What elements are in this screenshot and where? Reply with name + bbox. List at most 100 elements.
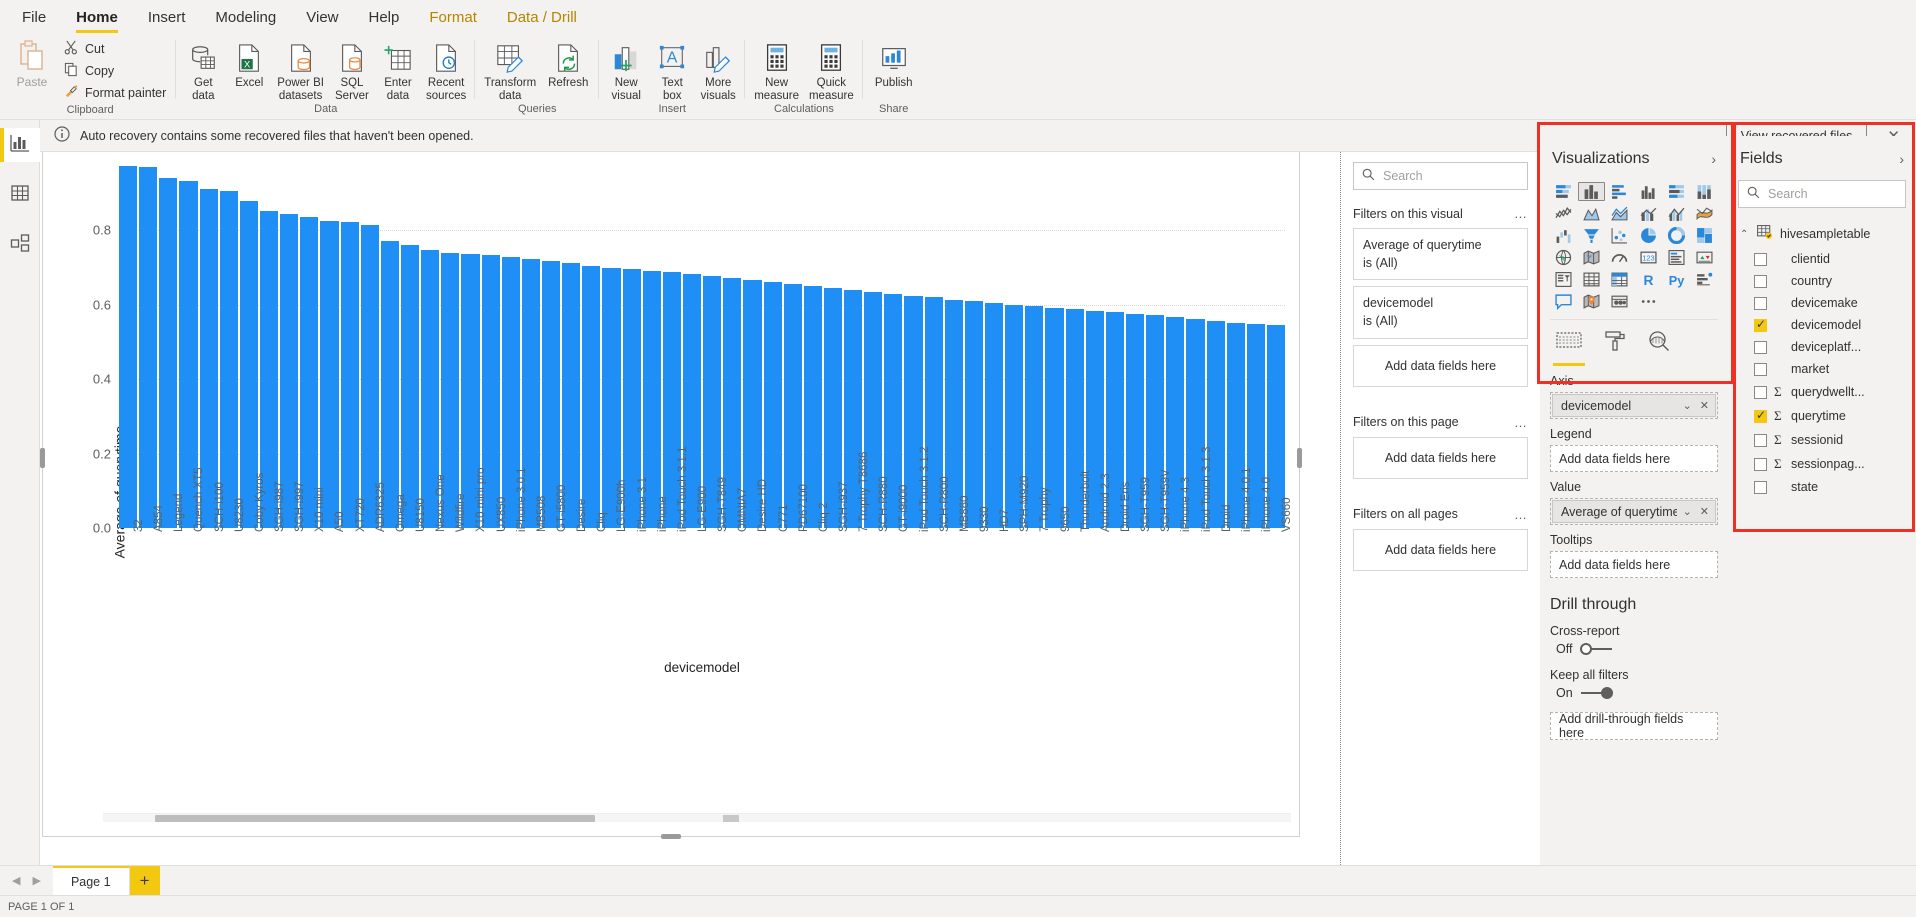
field-row[interactable]: clientid xyxy=(1738,248,1906,270)
cross-report-toggle-row[interactable]: Off xyxy=(1550,642,1718,656)
ribbon-tab-view[interactable]: View xyxy=(292,4,352,30)
stacked-area-chart-icon[interactable] xyxy=(1607,204,1633,223)
scrollbar-thumb[interactable] xyxy=(155,815,595,822)
publish-button[interactable]: Publish xyxy=(867,38,921,90)
chevron-right-icon[interactable]: › xyxy=(1899,151,1904,167)
tab-fields[interactable] xyxy=(1553,330,1585,366)
field-checkbox[interactable] xyxy=(1754,252,1767,266)
ribbon-tab-file[interactable]: File xyxy=(8,4,60,30)
funnel-chart-icon[interactable] xyxy=(1578,226,1604,245)
field-checkbox[interactable] xyxy=(1754,457,1767,471)
ribbon-chart-icon[interactable] xyxy=(1692,204,1718,223)
clustered-column-chart-icon[interactable] xyxy=(1635,182,1661,201)
paginated-report-icon[interactable] xyxy=(1607,292,1633,311)
nav-report-view[interactable] xyxy=(0,128,40,162)
filters-all-pages-dropzone[interactable]: Add data fields here xyxy=(1353,528,1528,571)
well-axis[interactable]: devicemodel ⌄ ✕ xyxy=(1550,392,1718,419)
power-bi-datasets-button[interactable]: Power BI datasets xyxy=(272,38,329,103)
bar[interactable] xyxy=(985,302,1004,528)
line-chart-icon[interactable] xyxy=(1550,204,1576,223)
field-row[interactable]: market xyxy=(1738,358,1906,380)
arcgis-map-icon[interactable] xyxy=(1578,292,1604,311)
multi-row-card-icon[interactable] xyxy=(1663,248,1689,267)
bar[interactable] xyxy=(159,178,178,528)
field-row[interactable]: deviceplatf... xyxy=(1738,336,1906,358)
format-painter-button[interactable]: Format painter xyxy=(58,82,172,104)
cut-button[interactable]: Cut xyxy=(58,38,172,60)
refresh-button[interactable]: Refresh xyxy=(541,38,595,90)
previous-page-icon[interactable]: ◀ xyxy=(12,874,20,887)
paste-button[interactable]: Paste xyxy=(8,38,56,89)
clustered-bar-chart-icon[interactable] xyxy=(1607,182,1633,201)
kpi-icon[interactable] xyxy=(1692,248,1718,267)
chevron-down-icon[interactable]: ⌄ xyxy=(1681,505,1694,518)
excel-button[interactable]: X Excel xyxy=(226,38,272,90)
bar-chart-visual[interactable]: Average of querytime 0.00.20.40.60.8 32A… xyxy=(40,152,1302,839)
field-row[interactable]: Σquerydwellt... xyxy=(1738,380,1906,404)
stacked-bar-chart-icon[interactable] xyxy=(1550,182,1576,201)
r-script-visual-icon[interactable]: R xyxy=(1635,270,1661,289)
bar[interactable] xyxy=(340,222,359,528)
well-value[interactable]: Average of querytime ⌄ ✕ xyxy=(1550,498,1718,525)
field-checkbox[interactable] xyxy=(1754,480,1767,494)
line-clustered-column-chart-icon[interactable] xyxy=(1663,204,1689,223)
ribbon-tab-format[interactable]: Format xyxy=(415,4,491,30)
more-options-icon[interactable] xyxy=(1635,292,1661,311)
line-stacked-column-chart-icon[interactable] xyxy=(1635,204,1661,223)
treemap-icon[interactable] xyxy=(1692,226,1718,245)
stacked-column-chart-icon[interactable] xyxy=(1578,182,1605,201)
slicer-icon[interactable] xyxy=(1550,270,1576,289)
collapse-chevron-icon[interactable]: ⌃ xyxy=(1740,229,1750,240)
ribbon-tab-home[interactable]: Home xyxy=(62,4,132,33)
scatter-chart-icon[interactable] xyxy=(1607,226,1633,245)
more-visuals-button[interactable]: More visuals xyxy=(695,38,741,103)
transform-data-button[interactable]: Transform data xyxy=(479,38,541,103)
field-checkbox[interactable] xyxy=(1754,408,1767,423)
ribbon-tab-data-drill[interactable]: Data / Drill xyxy=(493,4,591,30)
field-row[interactable]: devicemake xyxy=(1738,292,1906,314)
filters-page-dropzone[interactable]: Add data fields here xyxy=(1353,436,1528,479)
field-checkbox[interactable] xyxy=(1754,317,1767,332)
well-legend[interactable]: Add data fields here xyxy=(1550,445,1718,472)
more-options-icon[interactable]: … xyxy=(1514,507,1528,522)
tab-analytics[interactable] xyxy=(1648,330,1670,366)
remove-field-icon[interactable]: ✕ xyxy=(1698,505,1711,518)
recent-sources-button[interactable]: Recent sources xyxy=(421,38,471,103)
pie-chart-icon[interactable] xyxy=(1635,226,1661,245)
keep-all-filters-toggle[interactable] xyxy=(1580,687,1613,699)
100-stacked-bar-chart-icon[interactable] xyxy=(1663,182,1689,201)
field-row[interactable]: devicemodel xyxy=(1738,314,1906,336)
get-data-button[interactable]: Get data xyxy=(180,38,226,103)
donut-chart-icon[interactable] xyxy=(1663,226,1689,245)
bar[interactable] xyxy=(582,265,601,528)
report-canvas[interactable]: Average of querytime 0.00.20.40.60.8 32A… xyxy=(40,152,1540,865)
fields-search-input[interactable]: Search xyxy=(1738,180,1906,208)
bar[interactable] xyxy=(400,245,420,528)
waterfall-chart-icon[interactable] xyxy=(1550,226,1576,245)
100-stacked-column-chart-icon[interactable] xyxy=(1692,182,1718,201)
field-row[interactable]: state xyxy=(1738,476,1906,498)
field-checkbox[interactable] xyxy=(1754,274,1767,288)
resize-handle-right[interactable] xyxy=(1297,448,1302,468)
field-checkbox[interactable] xyxy=(1754,433,1767,447)
new-measure-button[interactable]: New measure xyxy=(749,38,804,103)
ribbon-tab-help[interactable]: Help xyxy=(355,4,414,30)
cross-report-toggle[interactable] xyxy=(1580,643,1613,655)
chevron-right-icon[interactable]: › xyxy=(1711,151,1716,167)
new-visual-button[interactable]: New visual xyxy=(603,38,649,103)
text-box-button[interactable]: A Text box xyxy=(649,38,695,103)
card-icon[interactable]: 123 xyxy=(1635,248,1661,267)
key-influencers-icon[interactable] xyxy=(1692,270,1718,289)
enter-data-button[interactable]: Enter data xyxy=(375,38,421,103)
matrix-icon[interactable] xyxy=(1607,270,1633,289)
filters-search-input[interactable]: Search xyxy=(1353,162,1528,190)
field-row[interactable]: Σsessionpag... xyxy=(1738,452,1906,476)
smart-narrative-icon[interactable] xyxy=(1550,292,1576,311)
bar[interactable] xyxy=(119,166,138,528)
field-checkbox[interactable] xyxy=(1754,362,1767,376)
nav-model-view[interactable] xyxy=(0,228,40,262)
fields-table-hivesampletable[interactable]: ⌃ hivesampletable xyxy=(1738,220,1906,248)
chart-horizontal-scrollbar[interactable] xyxy=(103,813,1291,822)
filter-card-querytime[interactable]: Average of querytime is (All) xyxy=(1353,228,1528,281)
field-checkbox[interactable] xyxy=(1754,385,1767,399)
